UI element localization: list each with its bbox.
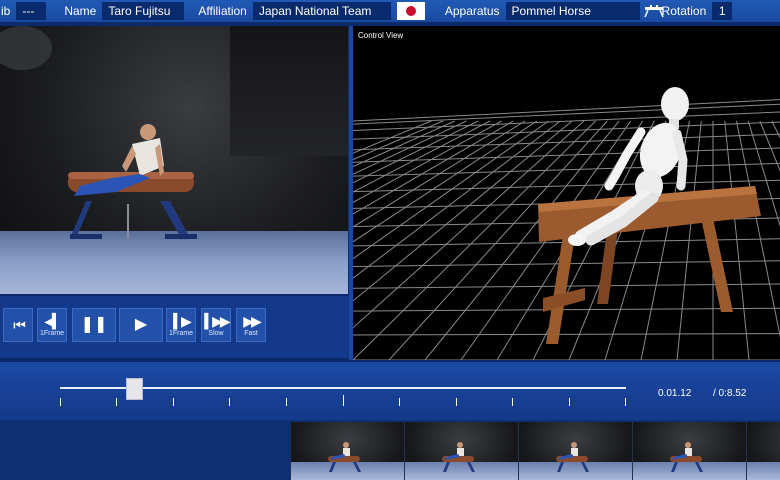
current-time: 0.01.12 bbox=[658, 388, 692, 399]
timeline-scrubber-handle[interactable] bbox=[125, 378, 143, 400]
timeline-tick bbox=[569, 398, 570, 406]
frame-back-icon: ◀▍ bbox=[44, 312, 62, 329]
thumbnail-filmstrip bbox=[0, 420, 780, 480]
control-view-title: Control View bbox=[358, 31, 404, 40]
skip-start-icon: ⏮ bbox=[13, 317, 25, 333]
name-label: Name bbox=[64, 4, 97, 18]
slow-caption: Slow bbox=[208, 329, 224, 337]
skip-to-start-button[interactable]: ⏮ bbox=[3, 308, 33, 342]
affiliation-label: Affiliation bbox=[198, 4, 247, 18]
pommel-horse-icon bbox=[644, 5, 664, 18]
pause-icon: ❚❚ bbox=[80, 316, 108, 333]
frame-back-caption: 1Frame bbox=[39, 329, 65, 337]
play-icon: ▶ bbox=[134, 316, 148, 333]
japan-flag-icon bbox=[396, 2, 425, 20]
filmstrip-gymnasts bbox=[328, 442, 703, 472]
rotation-label: Rotation bbox=[661, 4, 707, 18]
name-field[interactable]: Taro Fujitsu bbox=[102, 2, 185, 20]
timeline-track[interactable] bbox=[60, 387, 626, 389]
timeline-tick bbox=[512, 398, 513, 406]
gymnast-video-frame bbox=[0, 26, 197, 239]
rotation-field[interactable]: 1 bbox=[712, 2, 733, 20]
timeline-tick bbox=[343, 395, 344, 406]
timeline-tick bbox=[173, 398, 174, 406]
frame-forward-button[interactable]: ▍▶ 1Frame bbox=[166, 308, 196, 342]
apparatus-label: Apparatus bbox=[444, 4, 500, 18]
flag-disc bbox=[405, 6, 416, 16]
timeline-tick bbox=[286, 398, 287, 406]
timeline-tick bbox=[456, 398, 457, 406]
slow-button[interactable]: ▍▶▶ Slow bbox=[201, 308, 231, 342]
athlete-info-bar: ib --- Name Taro Fujitsu Affiliation Jap… bbox=[0, 0, 780, 22]
frame-forward-caption: 1Frame bbox=[168, 329, 194, 337]
frame-forward-icon: ▍▶ bbox=[173, 312, 191, 329]
play-button[interactable]: ▶ bbox=[119, 308, 163, 342]
timeline-tick bbox=[116, 398, 117, 406]
slow-icon: ▍▶▶ bbox=[204, 312, 230, 329]
total-time: / 0:8.52 bbox=[713, 388, 747, 399]
mannequin-model bbox=[538, 87, 761, 344]
fast-button[interactable]: ▶▶ Fast bbox=[236, 308, 266, 342]
fast-caption: Fast bbox=[244, 329, 258, 337]
video-player[interactable] bbox=[0, 26, 348, 294]
apparatus-field[interactable]: Pommel Horse bbox=[505, 2, 640, 20]
pause-button[interactable]: ❚❚ bbox=[72, 308, 116, 342]
timeline-tick bbox=[229, 398, 230, 406]
timeline-tick bbox=[399, 398, 400, 406]
club-field[interactable]: --- bbox=[16, 2, 47, 20]
club-label: ib bbox=[1, 4, 11, 18]
fast-icon: ▶▶ bbox=[243, 312, 261, 329]
timeline-bar: 0.01.12 / 0:8.52 bbox=[0, 362, 780, 420]
frame-back-button[interactable]: ◀▍ 1Frame bbox=[37, 308, 67, 342]
timeline-tick bbox=[625, 398, 626, 406]
affiliation-field[interactable]: Japan National Team bbox=[252, 2, 391, 20]
playback-controls: ⏮ ◀▍ 1Frame ❚❚ ▶ ▍▶ 1Frame ▍▶▶ Slow ▶▶ F… bbox=[0, 296, 350, 358]
timeline-tick bbox=[60, 398, 61, 406]
control-view-3d[interactable]: Control View bbox=[353, 26, 780, 360]
